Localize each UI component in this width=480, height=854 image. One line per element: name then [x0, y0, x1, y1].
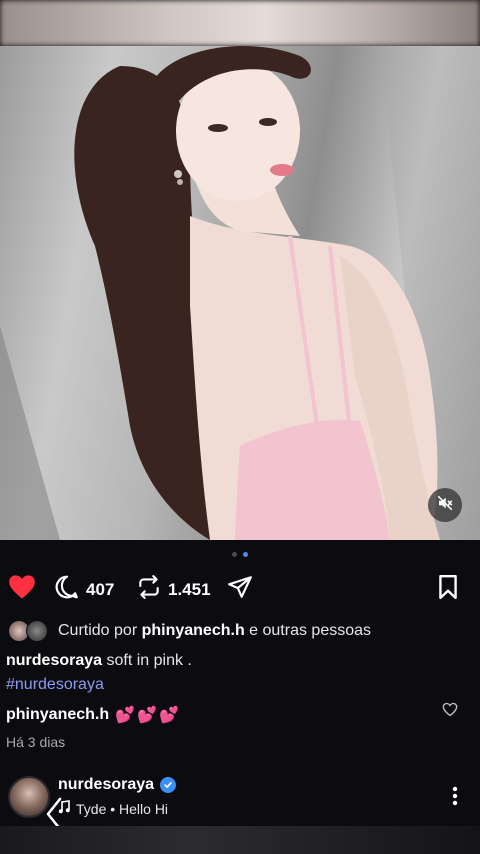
- repost-button[interactable]: 1.451: [136, 574, 211, 605]
- comment-count: 407: [86, 579, 115, 599]
- comment-button[interactable]: 407: [54, 574, 114, 605]
- caption-hashtag[interactable]: #nurdesoraya: [6, 676, 104, 694]
- post-timestamp: Há 3 dias: [6, 734, 66, 750]
- save-button[interactable]: [436, 574, 460, 605]
- music-label: Tyde • Hello Hi: [76, 800, 169, 817]
- share-button[interactable]: [226, 574, 254, 605]
- post-actions: 407 1.451: [0, 574, 480, 608]
- heart-icon: [8, 574, 36, 605]
- liker-avatar: [26, 620, 48, 642]
- caption-author[interactable]: nurdesoraya: [6, 652, 102, 669]
- like-button[interactable]: [8, 574, 36, 605]
- carousel-dot: [232, 552, 237, 557]
- repost-icon: [136, 574, 162, 605]
- post-media[interactable]: [0, 46, 480, 540]
- previous-post-edge: [0, 0, 480, 46]
- bookmark-icon: [436, 574, 460, 605]
- mute-icon: [436, 494, 454, 517]
- more-options-button[interactable]: [452, 786, 458, 811]
- comment-like-icon: [442, 702, 458, 721]
- comment-author[interactable]: phinyanech.h: [6, 706, 109, 724]
- share-icon: [226, 574, 254, 605]
- liked-by-suffix: e outras pessoas: [244, 622, 372, 639]
- music-info[interactable]: Tyde • Hello Hi: [58, 800, 168, 817]
- liked-by-row[interactable]: Curtido por phinyanech.h e outras pessoa…: [8, 620, 371, 642]
- verified-badge-icon: [160, 777, 177, 793]
- comment-like-button[interactable]: [442, 702, 458, 722]
- comment-text: 💕💕💕: [115, 707, 181, 724]
- post-caption: nurdesoraya soft in pink .: [6, 652, 192, 670]
- caption-text: soft in pink .: [102, 652, 192, 669]
- liker-avatars: [8, 620, 50, 642]
- repost-count: 1.451: [168, 579, 211, 599]
- next-post-media-edge: [0, 826, 480, 854]
- next-post-author[interactable]: nurdesoraya: [58, 776, 177, 794]
- liked-by-prefix: Curtido por: [58, 622, 142, 639]
- carousel-dot-active: [243, 552, 248, 557]
- more-icon: [452, 786, 458, 810]
- comment-preview[interactable]: phinyanech.h 💕💕💕: [6, 705, 181, 725]
- next-post-header: nurdesoraya Tyde • Hello Hi: [0, 772, 480, 832]
- carousel-indicator: [0, 552, 480, 557]
- mute-button[interactable]: [428, 488, 462, 522]
- post-photo: [0, 46, 480, 540]
- liked-by-user[interactable]: phinyanech.h: [142, 622, 245, 640]
- next-post-author-name: nurdesoraya: [58, 776, 155, 793]
- comment-icon: [54, 574, 80, 605]
